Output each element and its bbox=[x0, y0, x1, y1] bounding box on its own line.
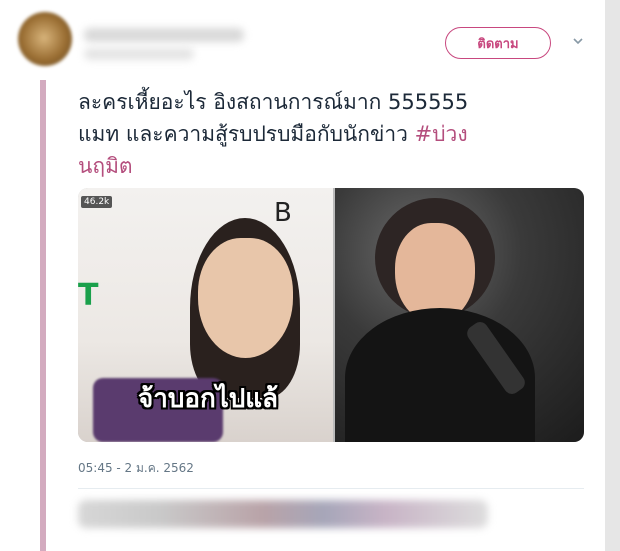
tweet-text-line-2: แมท และความสู้รบปรบมือกับนักข่าว #บ่วง bbox=[78, 122, 468, 146]
tweet-text-line-3: นฤมิต bbox=[78, 150, 588, 182]
tweet-timestamp[interactable]: 05:45 - 2 ม.ค. 2562 bbox=[78, 459, 194, 478]
retweet-likes-blurred bbox=[78, 500, 488, 528]
tweet-text: ละครเหี้ยอะไร อิงสถานการณ์มาก 555555 แมท… bbox=[78, 86, 588, 182]
divider bbox=[78, 488, 584, 489]
chevron-down-icon[interactable] bbox=[571, 34, 585, 48]
background-sign-letter: B bbox=[274, 198, 292, 228]
avatar[interactable] bbox=[18, 12, 72, 66]
follow-button[interactable]: ติดตาม bbox=[445, 27, 551, 59]
media-image-right[interactable] bbox=[335, 188, 584, 442]
background-sign-letter-green: T bbox=[78, 278, 99, 313]
hashtag-link-continued[interactable]: นฤมิต bbox=[78, 154, 133, 178]
tweet-card: ติดตาม ละครเหี้ยอะไร อิงสถานการณ์มาก 555… bbox=[0, 0, 605, 551]
handle-blurred[interactable] bbox=[84, 48, 194, 60]
video-caption: จ้าบอกไปแล้ bbox=[138, 384, 278, 414]
tweet-media[interactable]: B T 46.2k จ้าบอกไปแล้ bbox=[78, 188, 584, 442]
media-image-left[interactable]: B T 46.2k จ้าบอกไปแล้ bbox=[78, 188, 333, 442]
tweet-header: ติดตาม bbox=[18, 12, 605, 76]
view-count-badge: 46.2k bbox=[81, 196, 113, 208]
person-face bbox=[198, 238, 293, 358]
tweet-text-line-1: ละครเหี้ยอะไร อิงสถานการณ์มาก 555555 bbox=[78, 90, 469, 114]
hashtag-link[interactable]: #บ่วง bbox=[415, 122, 468, 146]
left-accent-bar bbox=[40, 80, 46, 551]
display-name-blurred[interactable] bbox=[84, 28, 244, 42]
